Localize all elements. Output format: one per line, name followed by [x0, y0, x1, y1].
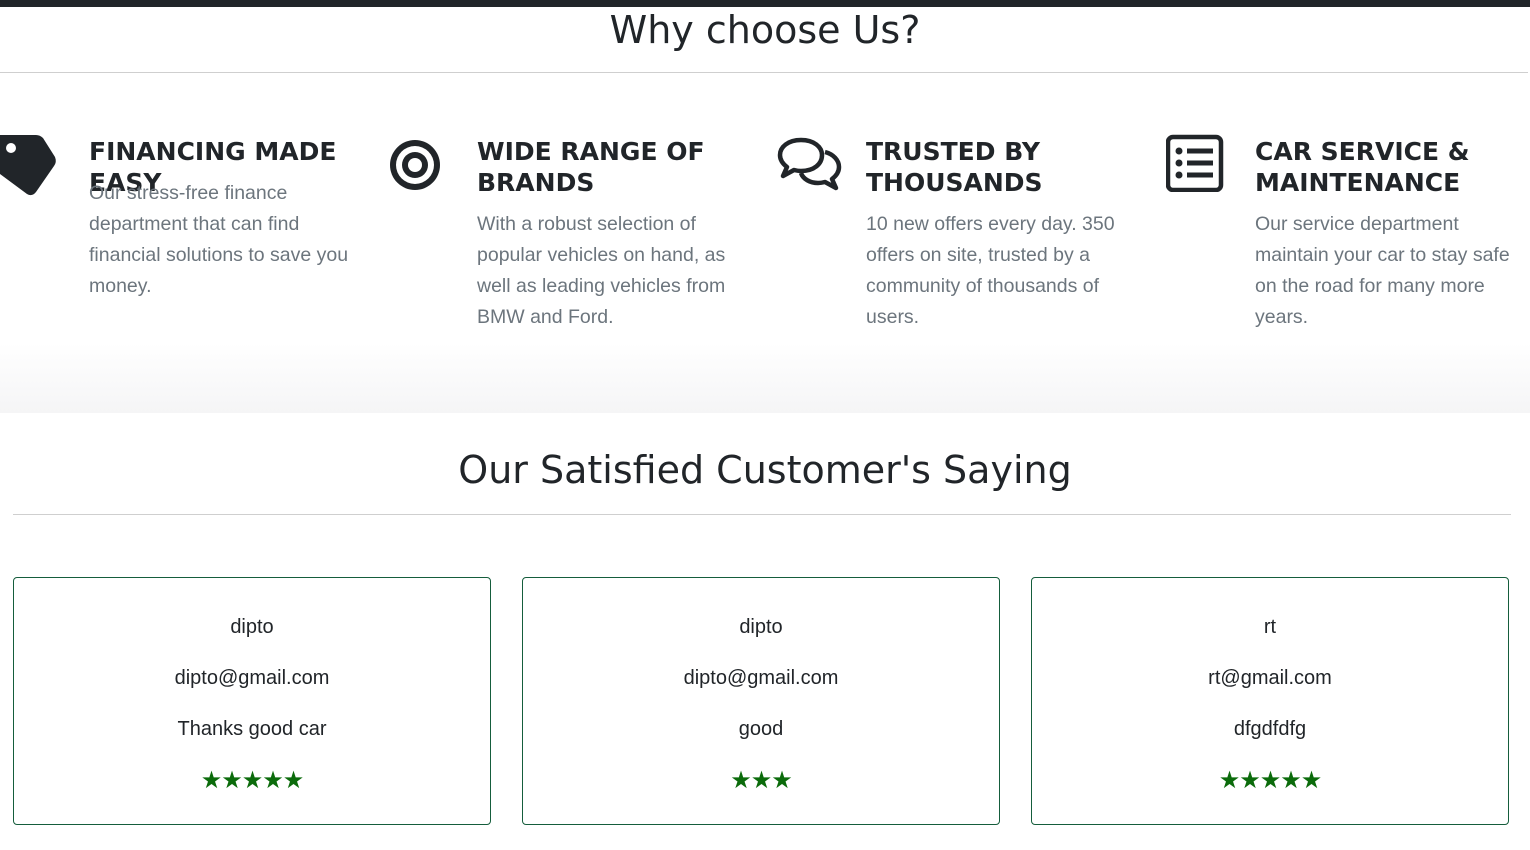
reviewer-email: dipto@gmail.com — [174, 667, 330, 689]
star-icon: ★ — [750, 766, 772, 794]
reviewer-email: dipto@gmail.com — [683, 667, 839, 689]
feature-title: WIDE RANGE OF BRANDS — [477, 137, 705, 197]
star-rating: ★★★ — [523, 767, 999, 793]
feature-brands: WIDE RANGE OF BRANDS With a robust selec… — [388, 132, 768, 352]
section-divider — [13, 514, 1511, 515]
review-comment: Thanks good car — [177, 718, 327, 740]
tag-icon — [0, 132, 60, 202]
review-comment: good — [738, 718, 784, 740]
star-icon: ★ — [771, 766, 792, 794]
review-card: dipto dipto@gmail.com Thanks good car ★★… — [13, 577, 491, 825]
review-card: rt rt@gmail.com dfgdfdfg ★★★★★ — [1031, 577, 1509, 825]
star-icon: ★ — [221, 766, 242, 794]
star-icon: ★ — [1259, 766, 1281, 794]
reviewer-name: dipto — [230, 616, 274, 638]
star-icon: ★ — [1300, 766, 1322, 794]
feature-title: TRUSTED BY THOUSANDS — [866, 137, 1043, 197]
star-icon: ★ — [262, 766, 283, 794]
star-rating: ★★★★★ — [1032, 767, 1508, 793]
list-alt-icon — [1165, 132, 1224, 196]
feature-text: With a robust selection of popular vehic… — [477, 213, 726, 328]
feature-service: CAR SERVICE & MAINTENANCE Our service de… — [1165, 132, 1526, 352]
bullseye-icon — [388, 132, 444, 200]
star-icon: ★ — [730, 766, 751, 794]
reviewer-name: dipto — [739, 616, 783, 638]
star-icon: ★ — [241, 766, 263, 794]
feature-title: CAR SERVICE & MAINTENANCE — [1255, 137, 1470, 197]
feature-trusted: TRUSTED BY THOUSANDS 10 new offers every… — [777, 132, 1157, 352]
feature-financing: FINANCING MADE EASY Our stress-free fina… — [0, 132, 380, 352]
comments-icon — [777, 132, 843, 200]
reviewer-name: rt — [1263, 616, 1277, 638]
review-card: dipto dipto@gmail.com good ★★★ — [522, 577, 1000, 825]
why-choose-us-title: Why choose Us? — [609, 8, 921, 52]
star-icon: ★ — [1218, 766, 1240, 794]
feature-text: Our service department maintain your car… — [1255, 213, 1510, 328]
feature-text: 10 new offers every day. 350 offers on s… — [866, 213, 1115, 328]
feature-text: Our stress-free finance department that … — [89, 182, 349, 297]
top-navbar-edge — [0, 0, 1530, 7]
star-icon: ★ — [200, 766, 222, 794]
star-icon: ★ — [282, 766, 304, 794]
star-icon: ★ — [1239, 766, 1260, 794]
reviewer-email: rt@gmail.com — [1208, 667, 1332, 689]
review-comment: dfgdfdfg — [1233, 718, 1307, 740]
star-icon: ★ — [1280, 766, 1301, 794]
customers-section-title: Our Satisfied Customer's Saying — [458, 448, 1072, 492]
star-rating: ★★★★★ — [14, 767, 490, 793]
